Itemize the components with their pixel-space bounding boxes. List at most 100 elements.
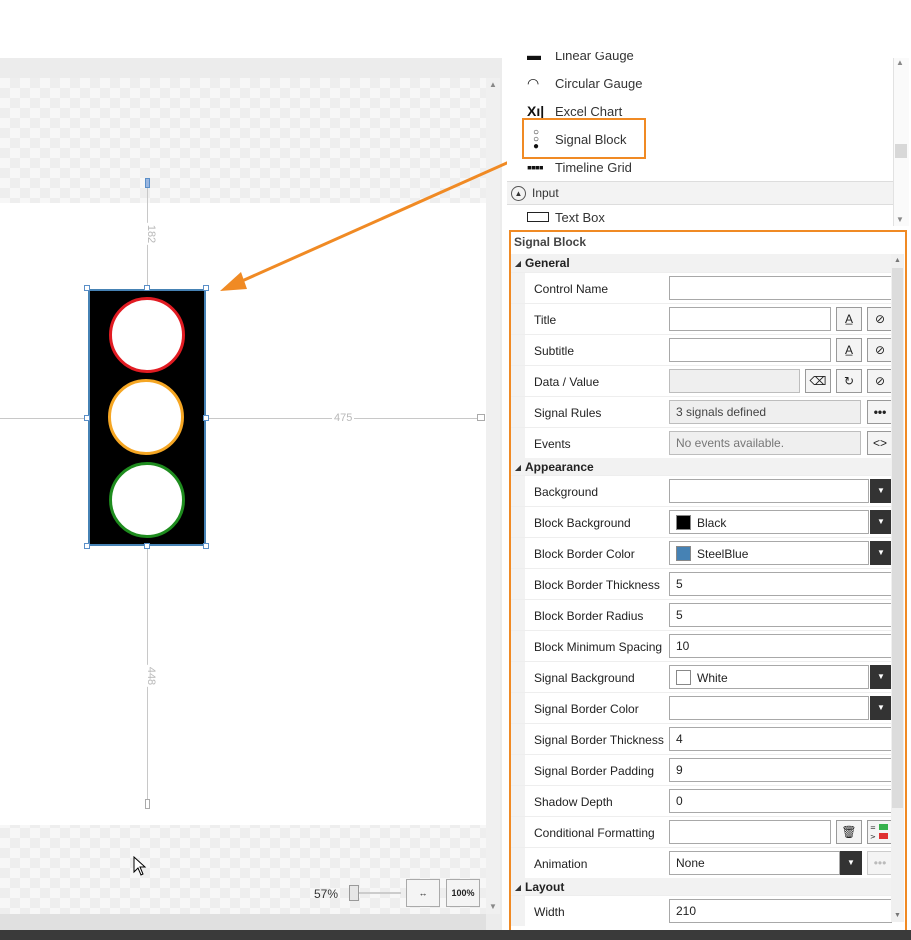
prop-conditional-formatting: Conditional Formatting 🗑 = >	[511, 816, 893, 847]
prop-label: Title	[534, 313, 557, 327]
collapse-triangle-icon[interactable]: ◢	[511, 259, 525, 268]
collapse-circle-icon[interactable]: ▲	[511, 185, 526, 201]
select-value: White	[697, 671, 728, 685]
resize-handle-top-right[interactable]	[203, 285, 209, 291]
prop-label: Control Name	[534, 282, 609, 296]
collapse-triangle-icon[interactable]: ◢	[511, 463, 525, 472]
dropdown-arrow-icon[interactable]: ▼	[870, 479, 892, 503]
prop-label: Block Border Radius	[534, 609, 644, 623]
resize-handle-left[interactable]	[84, 415, 90, 421]
section-general[interactable]: ◢ General	[511, 254, 891, 272]
dropdown-arrow-icon[interactable]: ▼	[870, 696, 892, 720]
canvas-horizontal-scrollbar[interactable]	[0, 914, 486, 930]
signal-border-thickness-input[interactable]: 4	[669, 727, 892, 751]
signal-border-color-select[interactable]	[669, 696, 869, 720]
prop-width: Width 210	[511, 895, 893, 926]
actual-size-button[interactable]: 100%	[446, 879, 480, 907]
resize-handle-bottom[interactable]	[144, 543, 150, 549]
font-style-icon[interactable]: A̲	[836, 338, 862, 362]
scroll-down-icon[interactable]: ▼	[891, 909, 904, 922]
prop-label: Block Background	[534, 516, 631, 530]
prop-events: Events No events available. <>	[511, 427, 893, 458]
conditional-rules-icon[interactable]: = >	[867, 820, 893, 844]
toolbox-group-input[interactable]: ▲ Input	[507, 181, 893, 205]
block-border-thickness-input[interactable]: 5	[669, 572, 892, 596]
more-options-icon[interactable]: •••	[867, 400, 893, 424]
block-border-color-select[interactable]: SteelBlue	[669, 541, 869, 565]
prop-signal-rules: Signal Rules 3 signals defined •••	[511, 396, 893, 427]
scroll-down-icon[interactable]: ▼	[486, 900, 500, 914]
animation-select[interactable]: None	[669, 851, 840, 875]
prop-shadow-depth: Shadow Depth 0	[511, 785, 893, 816]
resize-handle-top[interactable]	[144, 285, 150, 291]
resize-handle-bottom-right[interactable]	[203, 543, 209, 549]
resize-handle-top-left[interactable]	[84, 285, 90, 291]
prop-block-minimum-spacing: Block Minimum Spacing 10	[511, 630, 893, 661]
prop-animation: Animation None ▼ •••	[511, 847, 893, 878]
width-input[interactable]: 210	[669, 899, 892, 923]
section-layout[interactable]: ◢ Layout	[511, 878, 891, 896]
control-name-input[interactable]	[669, 276, 892, 300]
scroll-down-icon[interactable]: ▼	[896, 215, 904, 224]
select-value: Black	[697, 516, 727, 530]
toolbox-scrollbar[interactable]: ▲ ▼	[893, 58, 909, 226]
block-background-select[interactable]: Black	[669, 510, 869, 534]
data-value-input[interactable]	[669, 369, 800, 393]
actual-size-label: 100%	[451, 888, 475, 898]
prop-label: Block Border Color	[534, 547, 635, 561]
fit-to-width-button[interactable]: ↔	[406, 879, 440, 907]
code-icon[interactable]: <>	[867, 431, 893, 455]
signal-rules-value[interactable]: 3 signals defined	[669, 400, 861, 424]
dropdown-arrow-icon[interactable]: ▼	[840, 851, 862, 875]
svg-text:=: =	[870, 824, 876, 832]
signal-background-select[interactable]: White	[669, 665, 869, 689]
dropdown-arrow-icon[interactable]: ▼	[870, 665, 892, 689]
section-appearance[interactable]: ◢ Appearance	[511, 458, 891, 476]
scroll-thumb[interactable]	[895, 144, 907, 158]
toolbox-item-circular-gauge[interactable]: ◠ Circular Gauge	[527, 72, 642, 94]
property-grid-scrollbar[interactable]: ▲ ▼	[891, 254, 904, 922]
signal-block-control[interactable]	[88, 289, 206, 546]
toolbox-item-text-box[interactable]: Text Box	[527, 206, 605, 228]
zoom-slider[interactable]	[349, 885, 401, 901]
link-icon[interactable]: ⊘	[867, 369, 893, 393]
font-style-icon[interactable]: A̲	[836, 307, 862, 331]
prop-subtitle: Subtitle A̲ ⊘	[511, 334, 893, 365]
clear-icon[interactable]: ⌫	[805, 369, 831, 393]
prop-title: Title A̲ ⊘	[511, 303, 893, 334]
title-input[interactable]	[669, 307, 831, 331]
refresh-icon[interactable]: ↻	[836, 369, 862, 393]
resize-handle-bottom-left[interactable]	[84, 543, 90, 549]
block-border-radius-input[interactable]: 5	[669, 603, 892, 627]
prop-label: Shadow Depth	[534, 795, 613, 809]
link-icon[interactable]: ⊘	[867, 338, 893, 362]
prop-block-background: Block Background Black ▼	[511, 506, 893, 537]
shadow-depth-input[interactable]: 0	[669, 789, 892, 813]
fit-width-icon: ↔	[418, 888, 428, 898]
background-select[interactable]	[669, 479, 869, 503]
scroll-up-icon[interactable]: ▲	[891, 254, 904, 267]
zoom-slider-thumb[interactable]	[349, 885, 359, 901]
link-icon[interactable]: ⊘	[867, 307, 893, 331]
conditional-formatting-input[interactable]	[669, 820, 831, 844]
events-value[interactable]: No events available.	[669, 431, 861, 455]
guide-bottom-handle[interactable]	[145, 799, 150, 809]
collapse-triangle-icon[interactable]: ◢	[511, 883, 525, 892]
block-minimum-spacing-input[interactable]: 10	[669, 634, 892, 658]
resize-handle-right[interactable]	[203, 415, 209, 421]
subtitle-input[interactable]	[669, 338, 831, 362]
trash-icon[interactable]: 🗑	[836, 820, 862, 844]
scroll-up-icon[interactable]: ▲	[486, 78, 500, 92]
toolbox-item-label: Timeline Grid	[555, 159, 632, 175]
guide-right-handle[interactable]	[477, 414, 485, 421]
prop-control-name: Control Name	[511, 272, 893, 303]
timeline-grid-icon: ▪▪▪▪	[527, 159, 544, 175]
dropdown-arrow-icon[interactable]: ▼	[870, 510, 892, 534]
guide-top-handle[interactable]	[145, 178, 150, 188]
toolbox-item-timeline-grid[interactable]: ▪▪▪▪ Timeline Grid	[527, 156, 632, 178]
dropdown-arrow-icon[interactable]: ▼	[870, 541, 892, 565]
svg-text:>: >	[870, 833, 876, 841]
scroll-up-icon[interactable]: ▲	[896, 58, 904, 67]
signal-border-padding-input[interactable]: 9	[669, 758, 892, 782]
scroll-thumb[interactable]	[892, 268, 903, 808]
